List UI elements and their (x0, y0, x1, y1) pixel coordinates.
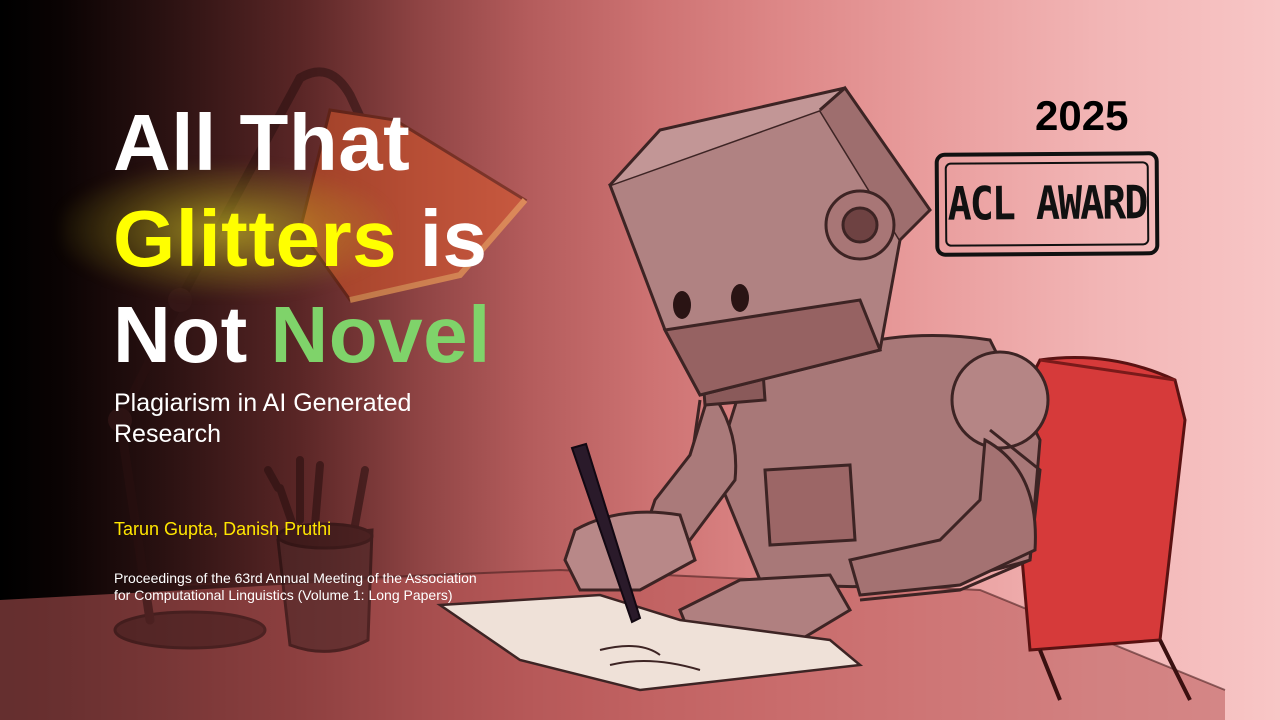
title-line-2-rest: is (397, 194, 488, 283)
title-highlight-novel: Novel (270, 290, 491, 379)
award-year: 2025 (1035, 92, 1129, 139)
award-stamp-inner: ACL AWARD (944, 161, 1150, 247)
paper-subtitle: Plagiarism in AI Generated Research (114, 389, 412, 448)
award-stamp: ACL AWARD (934, 151, 1160, 257)
paper-authors: Tarun Gupta, Danish Pruthi (114, 519, 332, 539)
title-highlight-glitters: Glitters (113, 194, 398, 283)
title-line-1: All That (113, 98, 411, 187)
award-label: ACL AWARD (947, 176, 1147, 232)
paper-title: All That Glitters is Not Novel (113, 95, 491, 383)
title-line-3-plain: Not (113, 290, 271, 379)
title-slide: All That Glitters is Not Novel Plagiaris… (0, 0, 1280, 720)
paper-venue: Proceedings of the 63rd Annual Meeting o… (114, 570, 477, 603)
